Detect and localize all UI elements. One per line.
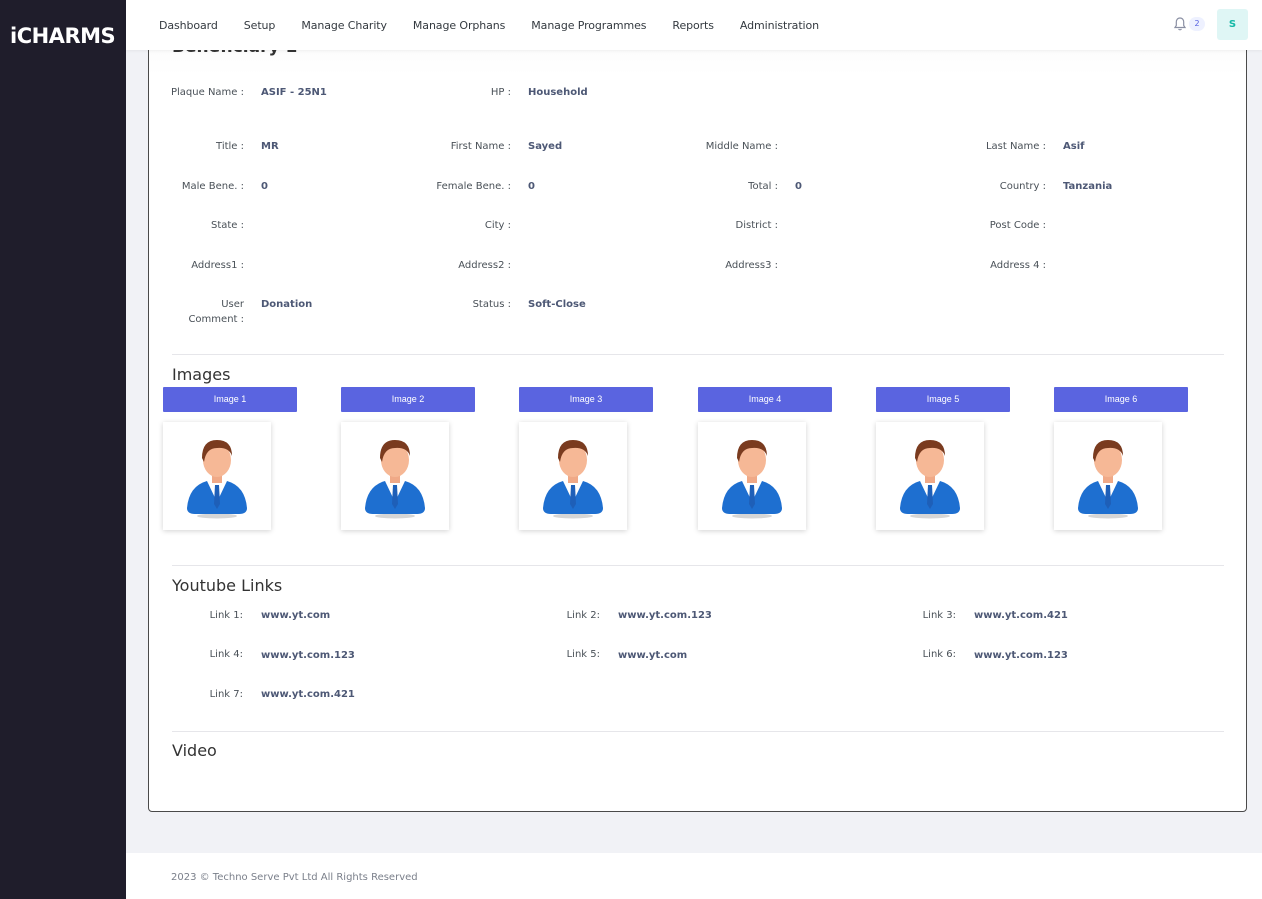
image-4-button[interactable]: Image 4 [698,387,832,412]
bell-icon[interactable] [1172,16,1188,32]
user-avatar-icon [1078,440,1138,519]
image-1-button[interactable]: Image 1 [163,387,297,412]
notification-count-badge: 2 [1189,17,1205,31]
section-divider [172,731,1224,732]
country-value: Tanzania [1063,181,1113,192]
user-avatar[interactable]: S [1217,9,1248,40]
section-divider [172,354,1224,355]
image-3-button[interactable]: Image 3 [519,387,653,412]
image-6-button[interactable]: Image 6 [1054,387,1188,412]
title-value: MR [261,141,279,152]
main-nav: Dashboard Setup Manage Charity Manage Or… [159,0,845,50]
user-avatar-icon [365,440,425,519]
user-avatar-icon [722,440,782,519]
nav-administration[interactable]: Administration [740,19,819,32]
post-code-label: Post Code : [989,220,1046,231]
images-section-title: Images [172,365,231,384]
nav-setup[interactable]: Setup [244,19,276,32]
first-name-value: Sayed [528,141,563,152]
link-2-label: Link 2: [566,610,600,621]
link-5-value[interactable]: www.yt.com [618,650,687,661]
last-name-value: Asif [1063,141,1085,152]
link-5-label: Link 5: [566,649,600,660]
plaque-name-value: ASIF - 25N1 [261,87,327,98]
user-avatar-icon [900,440,960,519]
image-1-thumbnail[interactable] [163,422,271,530]
section-divider [172,565,1224,566]
male-bene-value: 0 [261,181,268,192]
image-3-thumbnail[interactable] [519,422,627,530]
link-6-label: Link 6: [922,649,956,660]
nav-reports[interactable]: Reports [672,19,714,32]
link-1-value[interactable]: www.yt.com [261,610,330,621]
hp-label: HP : [490,87,511,98]
country-label: Country : [999,181,1046,192]
image-5-button[interactable]: Image 5 [876,387,1010,412]
image-5-thumbnail[interactable] [876,422,984,530]
status-label: Status : [472,299,511,310]
link-4-value[interactable]: www.yt.com.123 [261,650,355,661]
address1-label: Address1 : [191,260,244,271]
address3-label: Address3 : [725,260,778,271]
link-7-label: Link 7: [209,689,243,700]
video-section-title: Video [172,741,217,760]
hp-value: Household [528,87,588,98]
title-label: Title : [216,141,244,152]
image-2-thumbnail[interactable] [341,422,449,530]
user-comment-label: User Comment : [188,299,244,325]
address4-label: Address 4 : [990,260,1046,271]
link-3-value[interactable]: www.yt.com.421 [974,610,1068,621]
sidebar: iCHARMS [0,0,126,899]
link-1-label: Link 1: [209,610,243,621]
footer: 2023 © Techno Serve Pvt Ltd All Rights R… [126,853,1262,899]
address2-label: Address2 : [458,260,511,271]
female-bene-value: 0 [528,181,535,192]
female-bene-label: Female Bene. : [436,181,511,192]
nav-manage-programmes[interactable]: Manage Programmes [531,19,646,32]
first-name-label: First Name : [450,141,511,152]
state-label: State : [210,220,244,231]
link-6-value[interactable]: www.yt.com.123 [974,650,1068,661]
image-6-thumbnail[interactable] [1054,422,1162,530]
plaque-name-label: Plaque Name : [171,87,245,98]
last-name-label: Last Name : [985,141,1046,152]
footer-copyright: 2023 © Techno Serve Pvt Ltd All Rights R… [171,872,418,883]
beneficiary-card: Beneficiary 1 Plaque Name : ASIF - 25N1 … [148,30,1247,812]
link-2-value[interactable]: www.yt.com.123 [618,610,712,621]
middle-name-label: Middle Name : [705,141,778,152]
link-7-value[interactable]: www.yt.com.421 [261,689,355,700]
youtube-section-title: Youtube Links [172,576,283,595]
user-avatar-icon [543,440,603,519]
user-avatar-icon [187,440,247,519]
male-bene-label: Male Bene. : [181,181,244,192]
total-value: 0 [795,181,802,192]
top-navbar: Dashboard Setup Manage Charity Manage Or… [126,0,1262,50]
image-2-button[interactable]: Image 2 [341,387,475,412]
image-4-thumbnail[interactable] [698,422,806,530]
nav-dashboard[interactable]: Dashboard [159,19,218,32]
city-label: City : [484,220,511,231]
district-label: District : [735,220,778,231]
nav-manage-orphans[interactable]: Manage Orphans [413,19,505,32]
app-logo[interactable]: iCHARMS [10,24,116,48]
link-3-label: Link 3: [922,610,956,621]
status-value: Soft-Close [528,299,586,310]
user-comment-value: Donation [261,299,313,310]
link-4-label: Link 4: [209,649,243,660]
total-label: Total : [748,181,778,192]
nav-manage-charity[interactable]: Manage Charity [301,19,387,32]
